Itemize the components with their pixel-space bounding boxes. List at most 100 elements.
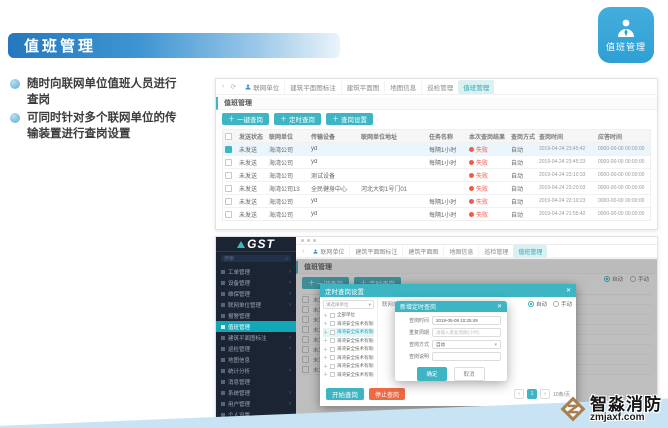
- unit-select[interactable]: 请选择单位 ▾: [323, 300, 374, 309]
- tree-checkbox[interactable]: [330, 330, 335, 335]
- fail-status-dot: [469, 160, 474, 165]
- table-row[interactable]: 未发送 海湾公司 测试设备 失败 自动 2019-04-24 23:10:33 …: [223, 168, 650, 181]
- chevron-down-icon: ▾: [494, 342, 497, 348]
- nav-tab[interactable]: 建筑平面图标注: [349, 245, 402, 258]
- fail-status-dot: [469, 173, 474, 178]
- prev-page-button[interactable]: ‹: [514, 389, 524, 399]
- bullet-dot-icon: [10, 113, 20, 123]
- row-checkbox[interactable]: [225, 146, 232, 153]
- menu-item-icon: [221, 391, 225, 395]
- back-icon[interactable]: ‹: [220, 83, 226, 90]
- tree-item[interactable]: ＋ 全部单位: [323, 311, 374, 320]
- nav-tab[interactable]: 地图信息: [443, 245, 478, 258]
- window-dot-icon: [313, 239, 316, 242]
- cancel-button[interactable]: 取消: [454, 367, 485, 381]
- toolbar: ＋ 一键查岗 ＋ 定时查岗 ＋ 查岗设置: [216, 110, 657, 128]
- sidebar-item[interactable]: 值班管理: [216, 321, 296, 332]
- close-icon[interactable]: ✕: [497, 303, 502, 310]
- sidebar-item[interactable]: 设备管理 ›: [216, 277, 296, 288]
- expand-icon[interactable]: ＋: [323, 371, 328, 378]
- tree-item[interactable]: ＋ 海湾安全技术有限公司2: [323, 328, 374, 337]
- sidebar-item[interactable]: 建筑平面图标注 ›: [216, 332, 296, 343]
- sidebar-search-input[interactable]: 搜索 ⌕: [221, 255, 291, 262]
- expand-icon[interactable]: ＋: [323, 337, 328, 344]
- tree-checkbox[interactable]: [330, 355, 335, 360]
- field-input[interactable]: 自动 ▾: [432, 340, 501, 349]
- toolbar-button[interactable]: ＋ 一键查岗: [222, 113, 269, 125]
- nav-tab[interactable]: 联网单位: [240, 80, 284, 94]
- expand-icon[interactable]: ＋: [323, 329, 328, 336]
- field-input[interactable]: 2019-05-09 10:25:49: [432, 316, 501, 325]
- expand-icon[interactable]: ＋: [323, 363, 328, 370]
- tree-item[interactable]: ＋ 海湾安全技术有限公司3: [323, 337, 374, 346]
- back-icon[interactable]: ‹: [300, 248, 306, 255]
- row-checkbox[interactable]: [225, 172, 232, 179]
- table-row[interactable]: 未发送 海湾公司 yd 每隔1小时 失败 自动 2019-04-24 23:45…: [223, 142, 650, 155]
- sidebar-item[interactable]: 维保管理 ›: [216, 288, 296, 299]
- chevron-right-icon: ›: [289, 302, 291, 308]
- tree-item[interactable]: ＋ 海湾安全技术有限公司4: [323, 345, 374, 354]
- tree-item[interactable]: ＋ 海湾安全技术有限公司1: [323, 320, 374, 329]
- nav-tab[interactable]: 值班管理: [513, 245, 547, 258]
- sidebar-item[interactable]: 地图信息: [216, 354, 296, 365]
- nav-tab[interactable]: 值班管理: [458, 80, 494, 94]
- sidebar-item[interactable]: 工单管理 ›: [216, 266, 296, 277]
- tree-checkbox[interactable]: [330, 313, 335, 318]
- next-page-button[interactable]: ›: [540, 389, 550, 399]
- start-check-button[interactable]: 开始查岗: [326, 388, 364, 400]
- table-row[interactable]: 未发送 海湾公司 yd 每隔1小时 失败 自动 2019-04-24 22:10…: [223, 194, 650, 207]
- tree-checkbox[interactable]: [330, 321, 335, 326]
- table-row[interactable]: 未发送 海湾公司13 全民健身中心 河北大街1号门01 失败 自动 2019-0…: [223, 181, 650, 194]
- close-icon[interactable]: ✕: [566, 287, 571, 294]
- expand-icon[interactable]: ＋: [323, 354, 328, 361]
- row-checkbox[interactable]: [225, 185, 232, 192]
- nav-tab[interactable]: 巡检管理: [421, 80, 458, 94]
- radio-option[interactable]: 手动: [553, 300, 572, 308]
- nav-tab[interactable]: 联网单位: [308, 245, 349, 258]
- nav-tab[interactable]: 巡检管理: [478, 245, 513, 258]
- tree-checkbox[interactable]: [330, 338, 335, 343]
- select-all-checkbox[interactable]: [225, 133, 232, 140]
- nav-tab[interactable]: 建筑平面图标注: [284, 80, 341, 94]
- tree-checkbox[interactable]: [330, 372, 335, 377]
- nav-tab[interactable]: 建筑平面图: [341, 80, 385, 94]
- check-mode-radios: 自动 手动: [528, 300, 572, 308]
- row-checkbox[interactable]: [225, 211, 232, 218]
- table-row[interactable]: 未发送 海湾公司 yd 每隔1小时 失败 自动 2019-04-24 21:55…: [223, 207, 650, 220]
- row-checkbox[interactable]: [225, 159, 232, 166]
- row-checkbox[interactable]: [225, 198, 232, 205]
- tree-item[interactable]: ＋ 海湾安全技术有限公司5: [323, 354, 374, 363]
- nav-tab[interactable]: 建筑平面图: [402, 245, 443, 258]
- field-input[interactable]: [432, 352, 501, 361]
- current-page[interactable]: 1: [527, 389, 537, 399]
- expand-icon[interactable]: ＋: [323, 312, 328, 319]
- toolbar-button[interactable]: ＋ 查岗设置: [326, 113, 373, 125]
- sidebar-item[interactable]: 联网单位管理 ›: [216, 299, 296, 310]
- menu-item-icon: [221, 402, 225, 406]
- tree-checkbox[interactable]: [330, 364, 335, 369]
- tree-item[interactable]: ＋ 海湾安全技术有限公司6: [323, 362, 374, 371]
- menu-item-icon: [221, 413, 225, 417]
- tree-checkbox[interactable]: [330, 347, 335, 352]
- sidebar-item[interactable]: 报警管理: [216, 310, 296, 321]
- nav-tab[interactable]: 地图信息: [384, 80, 421, 94]
- sidebar-item[interactable]: 巡检管理 ›: [216, 343, 296, 354]
- toolbar-button[interactable]: ＋ 定时查岗: [274, 113, 321, 125]
- menu-item-icon: [221, 347, 225, 351]
- stop-check-button[interactable]: 停止查岗: [369, 388, 405, 400]
- sidebar-item[interactable]: 消息管理: [216, 376, 296, 387]
- refresh-icon[interactable]: ⟳: [228, 83, 238, 91]
- modal-footer: 确定 取消: [395, 367, 507, 381]
- confirm-button[interactable]: 确定: [417, 367, 446, 381]
- sidebar-item[interactable]: 系统管理 ›: [216, 387, 296, 398]
- sidebar-item[interactable]: 统计分析 ›: [216, 365, 296, 376]
- expand-icon[interactable]: ＋: [323, 320, 328, 327]
- table-header-row: 发送状态 联网单位 传输设备 联网单位地址 任务名称 本次查岗结果 查岗方式 查…: [223, 130, 650, 142]
- duty-app-badge[interactable]: 值班管理: [598, 7, 654, 63]
- expand-icon[interactable]: ＋: [323, 346, 328, 353]
- radio-option[interactable]: 自动: [528, 300, 547, 308]
- field-input[interactable]: 请输入重复周期(小时): [432, 328, 501, 337]
- sidebar-item[interactable]: 用户管理 ›: [216, 398, 296, 409]
- tree-item[interactable]: ＋ 海湾安全技术有限公司7: [323, 371, 374, 380]
- table-row[interactable]: 未发送 海湾公司 yd 每隔1小时 失败 自动 2019-04-24 23:45…: [223, 155, 650, 168]
